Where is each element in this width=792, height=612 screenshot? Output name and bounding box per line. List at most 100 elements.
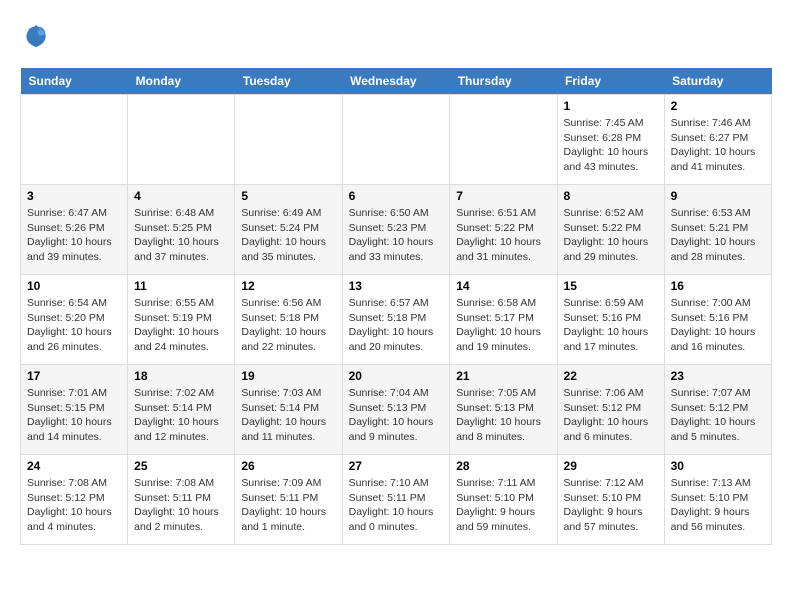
day-info: Sunrise: 6:48 AMSunset: 5:25 PMDaylight:… <box>134 206 228 265</box>
calendar-cell: 23 Sunrise: 7:07 AMSunset: 5:12 PMDayligh… <box>664 365 771 455</box>
day-info: Sunrise: 6:49 AMSunset: 5:24 PMDaylight:… <box>241 206 335 265</box>
calendar-cell: 19 Sunrise: 7:03 AMSunset: 5:14 PMDayligh… <box>235 365 342 455</box>
day-number: 21 <box>456 369 550 383</box>
day-info: Sunrise: 7:05 AMSunset: 5:13 PMDaylight:… <box>456 386 550 445</box>
calendar-cell: 14 Sunrise: 6:58 AMSunset: 5:17 PMDayligh… <box>450 275 557 365</box>
calendar-week-row: 1 Sunrise: 7:45 AMSunset: 6:28 PMDaylight… <box>21 95 772 185</box>
day-info: Sunrise: 6:56 AMSunset: 5:18 PMDaylight:… <box>241 296 335 355</box>
calendar-cell: 26Sunrise: 7:09 AMSunset: 5:11 PMDayligh… <box>235 455 342 545</box>
day-number: 9 <box>671 189 765 203</box>
logo <box>20 20 56 52</box>
day-number: 19 <box>241 369 335 383</box>
weekday-header: Saturday <box>664 68 771 95</box>
day-info: Sunrise: 7:00 AMSunset: 5:16 PMDaylight:… <box>671 296 765 355</box>
day-number: 22 <box>564 369 658 383</box>
calendar-cell: 30 Sunrise: 7:13 AMSunset: 5:10 PMDayligh… <box>664 455 771 545</box>
calendar-cell <box>128 95 235 185</box>
day-number: 17 <box>27 369 121 383</box>
day-number: 12 <box>241 279 335 293</box>
day-info: Sunrise: 7:03 AMSunset: 5:14 PMDaylight:… <box>241 386 335 445</box>
day-number: 6 <box>349 189 444 203</box>
day-info: Sunrise: 6:57 AMSunset: 5:18 PMDaylight:… <box>349 296 444 355</box>
day-info: Sunrise: 7:13 AMSunset: 5:10 PMDaylight:… <box>671 476 765 535</box>
calendar-cell <box>21 95 128 185</box>
day-info: Sunrise: 6:47 AMSunset: 5:26 PMDaylight:… <box>27 206 121 265</box>
day-number: 1 <box>564 99 658 113</box>
calendar-cell: 12 Sunrise: 6:56 AMSunset: 5:18 PMDayligh… <box>235 275 342 365</box>
day-number: 20 <box>349 369 444 383</box>
day-number: 8 <box>564 189 658 203</box>
day-info: Sunrise: 7:08 AMSunset: 5:12 PMDaylight:… <box>27 476 121 535</box>
calendar-week-row: 3 Sunrise: 6:47 AMSunset: 5:26 PMDaylight… <box>21 185 772 275</box>
day-number: 4 <box>134 189 228 203</box>
calendar-cell: 5Sunrise: 6:49 AMSunset: 5:24 PMDaylight… <box>235 185 342 275</box>
day-info: Sunrise: 7:04 AMSunset: 5:13 PMDaylight:… <box>349 386 444 445</box>
calendar-cell: 18 Sunrise: 7:02 AMSunset: 5:14 PMDayligh… <box>128 365 235 455</box>
calendar-week-row: 17 Sunrise: 7:01 AMSunset: 5:15 PMDayligh… <box>21 365 772 455</box>
calendar-week-row: 24 Sunrise: 7:08 AMSunset: 5:12 PMDayligh… <box>21 455 772 545</box>
calendar-cell <box>342 95 450 185</box>
calendar-cell <box>235 95 342 185</box>
calendar-cell: 4 Sunrise: 6:48 AMSunset: 5:25 PMDaylight… <box>128 185 235 275</box>
calendar: SundayMondayTuesdayWednesdayThursdayFrid… <box>20 68 772 545</box>
day-info: Sunrise: 7:01 AMSunset: 5:15 PMDaylight:… <box>27 386 121 445</box>
day-info: Sunrise: 6:51 AMSunset: 5:22 PMDaylight:… <box>456 206 550 265</box>
day-info: Sunrise: 7:11 AMSunset: 5:10 PMDaylight:… <box>456 476 550 535</box>
weekday-header: Thursday <box>450 68 557 95</box>
header <box>20 20 772 52</box>
day-info: Sunrise: 7:45 AMSunset: 6:28 PMDaylight:… <box>564 116 658 175</box>
day-info: Sunrise: 7:12 AMSunset: 5:10 PMDaylight:… <box>564 476 658 535</box>
day-info: Sunrise: 7:06 AMSunset: 5:12 PMDaylight:… <box>564 386 658 445</box>
day-number: 18 <box>134 369 228 383</box>
day-info: Sunrise: 7:46 AMSunset: 6:27 PMDaylight:… <box>671 116 765 175</box>
calendar-cell: 27Sunrise: 7:10 AMSunset: 5:11 PMDayligh… <box>342 455 450 545</box>
calendar-cell: 28 Sunrise: 7:11 AMSunset: 5:10 PMDayligh… <box>450 455 557 545</box>
calendar-cell: 3 Sunrise: 6:47 AMSunset: 5:26 PMDaylight… <box>21 185 128 275</box>
day-number: 23 <box>671 369 765 383</box>
day-number: 3 <box>27 189 121 203</box>
day-number: 30 <box>671 459 765 473</box>
calendar-cell: 7 Sunrise: 6:51 AMSunset: 5:22 PMDaylight… <box>450 185 557 275</box>
day-info: Sunrise: 6:54 AMSunset: 5:20 PMDaylight:… <box>27 296 121 355</box>
day-info: Sunrise: 7:08 AMSunset: 5:11 PMDaylight:… <box>134 476 228 535</box>
day-number: 29 <box>564 459 658 473</box>
day-info: Sunrise: 6:55 AMSunset: 5:19 PMDaylight:… <box>134 296 228 355</box>
day-info: Sunrise: 7:10 AMSunset: 5:11 PMDaylight:… <box>349 476 444 535</box>
calendar-cell: 9 Sunrise: 6:53 AMSunset: 5:21 PMDaylight… <box>664 185 771 275</box>
weekday-header: Wednesday <box>342 68 450 95</box>
day-info: Sunrise: 7:07 AMSunset: 5:12 PMDaylight:… <box>671 386 765 445</box>
calendar-cell <box>450 95 557 185</box>
logo-icon <box>20 20 52 52</box>
day-number: 24 <box>27 459 121 473</box>
weekday-header: Friday <box>557 68 664 95</box>
calendar-cell: 8 Sunrise: 6:52 AMSunset: 5:22 PMDaylight… <box>557 185 664 275</box>
day-info: Sunrise: 7:02 AMSunset: 5:14 PMDaylight:… <box>134 386 228 445</box>
day-number: 10 <box>27 279 121 293</box>
calendar-cell: 2 Sunrise: 7:46 AMSunset: 6:27 PMDaylight… <box>664 95 771 185</box>
calendar-cell: 1 Sunrise: 7:45 AMSunset: 6:28 PMDaylight… <box>557 95 664 185</box>
calendar-cell: 11Sunrise: 6:55 AMSunset: 5:19 PMDayligh… <box>128 275 235 365</box>
day-number: 26 <box>241 459 335 473</box>
weekday-header: Sunday <box>21 68 128 95</box>
day-number: 7 <box>456 189 550 203</box>
day-info: Sunrise: 6:52 AMSunset: 5:22 PMDaylight:… <box>564 206 658 265</box>
day-info: Sunrise: 6:59 AMSunset: 5:16 PMDaylight:… <box>564 296 658 355</box>
weekday-header-row: SundayMondayTuesdayWednesdayThursdayFrid… <box>21 68 772 95</box>
calendar-cell: 16 Sunrise: 7:00 AMSunset: 5:16 PMDayligh… <box>664 275 771 365</box>
weekday-header: Monday <box>128 68 235 95</box>
day-number: 16 <box>671 279 765 293</box>
day-info: Sunrise: 6:50 AMSunset: 5:23 PMDaylight:… <box>349 206 444 265</box>
calendar-cell: 13Sunrise: 6:57 AMSunset: 5:18 PMDayligh… <box>342 275 450 365</box>
day-info: Sunrise: 6:53 AMSunset: 5:21 PMDaylight:… <box>671 206 765 265</box>
calendar-cell: 22 Sunrise: 7:06 AMSunset: 5:12 PMDayligh… <box>557 365 664 455</box>
calendar-cell: 17 Sunrise: 7:01 AMSunset: 5:15 PMDayligh… <box>21 365 128 455</box>
calendar-cell: 15Sunrise: 6:59 AMSunset: 5:16 PMDayligh… <box>557 275 664 365</box>
day-number: 25 <box>134 459 228 473</box>
calendar-cell: 6 Sunrise: 6:50 AMSunset: 5:23 PMDaylight… <box>342 185 450 275</box>
day-number: 14 <box>456 279 550 293</box>
calendar-cell: 10 Sunrise: 6:54 AMSunset: 5:20 PMDayligh… <box>21 275 128 365</box>
day-info: Sunrise: 6:58 AMSunset: 5:17 PMDaylight:… <box>456 296 550 355</box>
weekday-header: Tuesday <box>235 68 342 95</box>
day-number: 28 <box>456 459 550 473</box>
day-number: 2 <box>671 99 765 113</box>
